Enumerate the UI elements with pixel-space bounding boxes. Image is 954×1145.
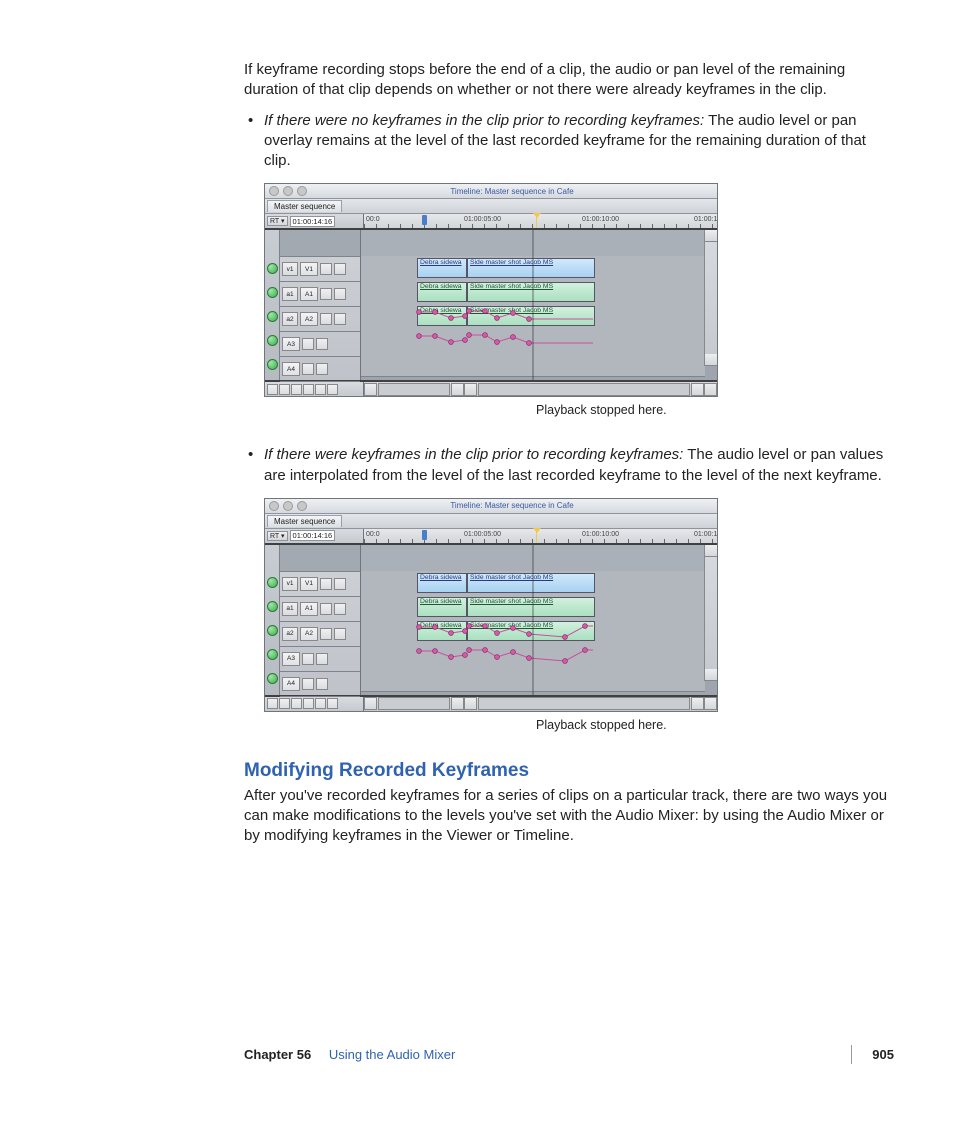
scroll-right-icon[interactable] [691, 697, 704, 710]
scroll-left-icon[interactable] [464, 697, 477, 710]
zoom-out-icon[interactable] [364, 697, 377, 710]
figure1-caption: Playback stopped here. [536, 403, 667, 417]
scroll-up-icon[interactable] [705, 230, 717, 242]
sequence-tab-bar: Master sequence [265, 199, 717, 214]
zoom-in-icon[interactable] [451, 697, 464, 710]
figure-timeline-1: Timeline: Master sequence in Cafe Master… [264, 183, 894, 397]
scroll-right-icon[interactable] [691, 383, 704, 396]
window-close-icon[interactable] [269, 186, 279, 196]
footer-chapter: Chapter 56 [244, 1047, 311, 1062]
timeline-ruler[interactable]: 00:001:00:05:0001:00:10:0001:00:1 [364, 214, 717, 228]
zoom-slider[interactable] [378, 383, 450, 396]
playhead[interactable] [536, 529, 537, 543]
toggle-icon[interactable] [315, 384, 326, 395]
toggle-icon[interactable] [303, 384, 314, 395]
bullet1-lead: If there were no keyframes in the clip p… [264, 112, 704, 129]
timeline-content[interactable]: Debra sidewa Side master shot Jacob MSDe… [361, 545, 717, 695]
section-paragraph: After you've recorded keyframes for a se… [244, 786, 894, 847]
in-point-marker[interactable] [422, 530, 427, 540]
zoom-in-icon[interactable] [451, 383, 464, 396]
window-titlebar: Timeline: Master sequence in Cafe [265, 184, 717, 199]
scroll-down-icon[interactable] [705, 669, 717, 681]
window-zoom-icon[interactable] [297, 501, 307, 511]
in-point-marker[interactable] [422, 215, 427, 225]
toggle-icon[interactable] [267, 384, 278, 395]
rt-menu-button[interactable]: RT ▾ [267, 216, 288, 226]
toggle-icon[interactable] [279, 384, 290, 395]
window-titlebar: Timeline: Master sequence in Cafe [265, 499, 717, 514]
rt-menu-button[interactable]: RT ▾ [267, 531, 288, 541]
scroll-right-icon[interactable] [704, 383, 717, 396]
toggle-icon[interactable] [327, 698, 338, 709]
zoom-out-icon[interactable] [364, 383, 377, 396]
scroll-down-icon[interactable] [705, 354, 717, 366]
toggle-icon[interactable] [315, 698, 326, 709]
page-footer: Chapter 56 Using the Audio Mixer 905 [244, 1047, 894, 1062]
playhead[interactable] [536, 214, 537, 228]
footer-title: Using the Audio Mixer [329, 1047, 455, 1062]
bullet2-lead: If there were keyframes in the clip prio… [264, 446, 683, 463]
window-title: Timeline: Master sequence in Cafe [311, 187, 713, 196]
vertical-scrollbar[interactable] [704, 230, 717, 366]
footer-page-number: 905 [872, 1047, 894, 1062]
timeline-controls [265, 697, 364, 711]
toggle-icon[interactable] [303, 698, 314, 709]
vertical-scrollbar[interactable] [704, 545, 717, 681]
bullet-with-keyframes: If there were keyframes in the clip prio… [244, 445, 894, 486]
current-timecode[interactable]: 01:00:14:16 [290, 530, 336, 541]
timeline-content[interactable]: Debra sidewa Side master shot Jacob MSDe… [361, 230, 717, 380]
scroll-left-icon[interactable] [464, 383, 477, 396]
track-header-area: v1 V1 a1 A1 a2 A2 A3 A4 [280, 545, 361, 695]
intro-paragraph: If keyframe recording stops before the e… [244, 60, 894, 101]
track-enable-gutter [265, 230, 280, 380]
figure-timeline-2: Timeline: Master sequence in Cafe Master… [264, 498, 894, 712]
window-min-icon[interactable] [283, 186, 293, 196]
toggle-icon[interactable] [267, 698, 278, 709]
timeline-ruler[interactable]: 00:001:00:05:0001:00:10:0001:00:1 [364, 529, 717, 543]
track-header-area: v1 V1 a1 A1 a2 A2 A3 A4 [280, 230, 361, 380]
sequence-tab[interactable]: Master sequence [267, 515, 342, 527]
horizontal-scrollbar[interactable] [478, 697, 690, 710]
section-heading: Modifying Recorded Keyframes [244, 760, 894, 782]
scroll-up-icon[interactable] [705, 545, 717, 557]
toggle-icon[interactable] [327, 384, 338, 395]
zoom-slider[interactable] [378, 697, 450, 710]
toggle-icon[interactable] [291, 384, 302, 395]
window-close-icon[interactable] [269, 501, 279, 511]
current-timecode[interactable]: 01:00:14:16 [290, 216, 336, 227]
track-enable-gutter [265, 545, 280, 695]
bullet-no-keyframes: If there were no keyframes in the clip p… [244, 111, 894, 172]
horizontal-scrollbar[interactable] [478, 383, 690, 396]
window-zoom-icon[interactable] [297, 186, 307, 196]
toggle-icon[interactable] [279, 698, 290, 709]
sequence-tab[interactable]: Master sequence [267, 200, 342, 212]
scroll-right-icon[interactable] [704, 697, 717, 710]
sequence-tab-bar: Master sequence [265, 514, 717, 529]
toggle-icon[interactable] [291, 698, 302, 709]
figure2-caption: Playback stopped here. [536, 718, 667, 732]
window-min-icon[interactable] [283, 501, 293, 511]
timeline-controls [265, 382, 364, 396]
window-title: Timeline: Master sequence in Cafe [311, 501, 713, 510]
